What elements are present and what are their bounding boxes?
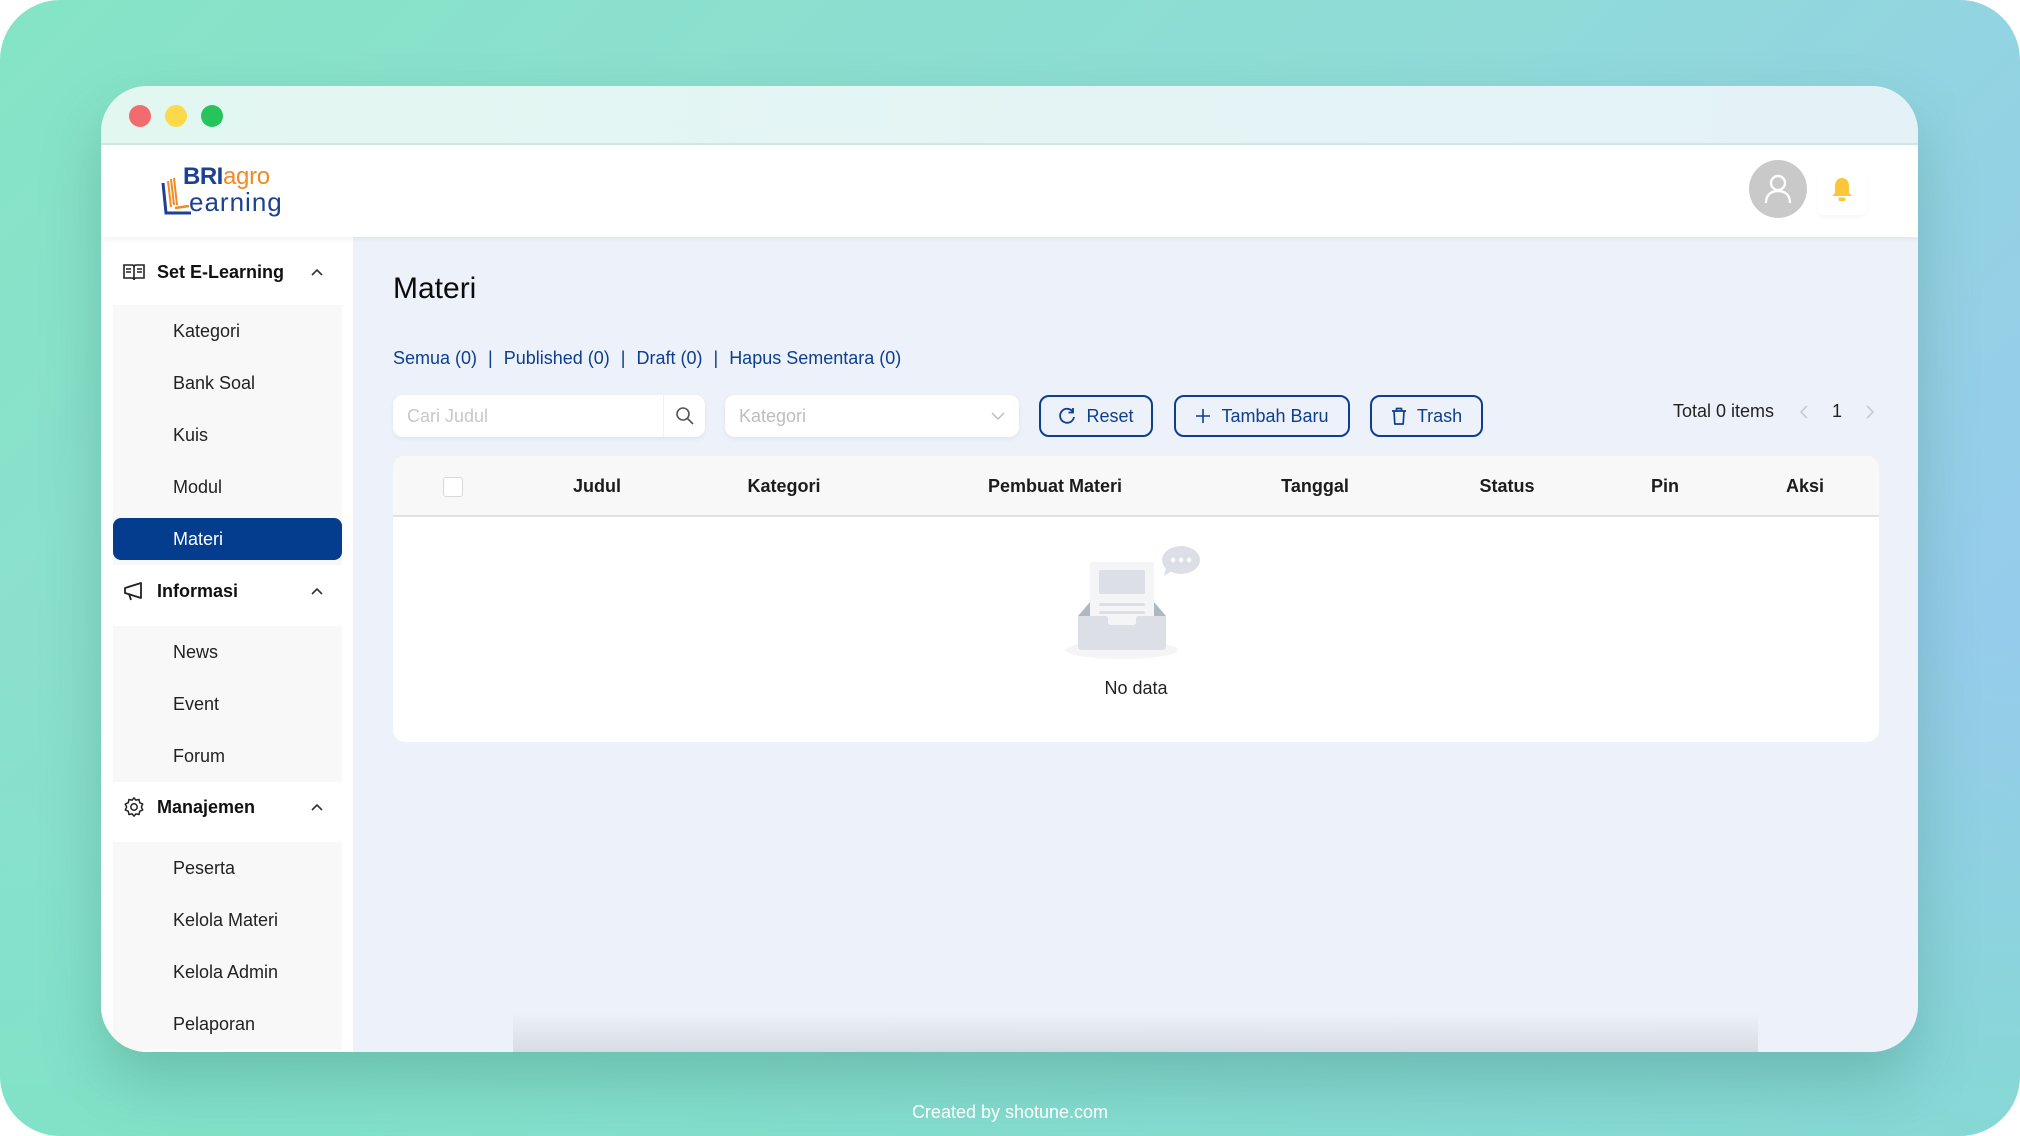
- chevron-up-icon: [309, 264, 325, 280]
- sidebar-item-kuis[interactable]: Kuis: [113, 409, 342, 461]
- credit-text: Created by shotune.com: [911, 1102, 1109, 1122]
- notification-button[interactable]: [1817, 165, 1867, 215]
- empty-inbox-icon: [1066, 546, 1200, 659]
- sidebar-submenu-manajemen: Peserta Kelola Materi Kelola Admin Pelap…: [113, 842, 342, 1050]
- column-header-status[interactable]: Status: [1479, 456, 1534, 517]
- filter-separator: |: [488, 348, 493, 368]
- category-select[interactable]: Kategori: [725, 395, 1019, 437]
- empty-state: No data: [1066, 546, 1206, 699]
- main-content: Materi Semua (0) | Published (0) | Draft…: [353, 237, 1918, 1052]
- sidebar-group-manajemen[interactable]: Manajemen: [123, 787, 331, 827]
- page-number-current[interactable]: 1: [1832, 401, 1842, 422]
- chevron-right-icon: [1866, 405, 1874, 418]
- sidebar: Set E-Learning Kategori Bank Soal Kuis M…: [101, 237, 353, 1052]
- sidebar-group-informasi[interactable]: Informasi: [123, 571, 331, 611]
- sidebar-item-peserta[interactable]: Peserta: [113, 842, 342, 894]
- pagination: Total 0 items 1: [1673, 401, 1878, 422]
- title-bar: [101, 86, 1918, 145]
- sidebar-group-label: Informasi: [157, 580, 239, 601]
- logo-text-learning: earning: [189, 187, 283, 217]
- column-header-aksi[interactable]: Aksi: [1786, 456, 1824, 517]
- sidebar-item-news[interactable]: News: [113, 626, 342, 678]
- column-header-pembuat-materi[interactable]: Pembuat Materi: [988, 456, 1122, 517]
- column-header-judul[interactable]: Judul: [573, 456, 621, 517]
- reset-button-label: Reset: [1086, 405, 1134, 426]
- chevron-left-icon: [1800, 405, 1808, 418]
- sidebar-group-label: Manajemen: [157, 796, 256, 817]
- plus-icon: [1196, 409, 1211, 423]
- next-page-button[interactable]: [1862, 405, 1878, 419]
- filter-separator: |: [620, 348, 626, 368]
- trash-button[interactable]: Trash: [1370, 395, 1483, 437]
- filter-hapus-sementara[interactable]: Hapus Sementara (0): [729, 348, 901, 369]
- sidebar-item-materi[interactable]: Materi: [113, 518, 342, 560]
- sidebar-item-kelola-admin[interactable]: Kelola Admin: [113, 946, 342, 998]
- sidebar-item-event[interactable]: Event: [113, 678, 342, 730]
- filter-separator: |: [713, 348, 719, 368]
- minimize-window-button[interactable]: [165, 105, 187, 127]
- materi-table: Judul Kategori Pembuat Materi Tanggal St…: [393, 456, 1879, 742]
- add-new-button[interactable]: Tambah Baru: [1174, 395, 1350, 437]
- sidebar-item-kelola-materi[interactable]: Kelola Materi: [113, 894, 342, 946]
- add-new-button-label: Tambah Baru: [1221, 405, 1329, 426]
- sidebar-item-kategori[interactable]: Kategori: [113, 305, 342, 357]
- filter-semua[interactable]: Semua (0): [393, 348, 477, 369]
- column-header-tanggal[interactable]: Tanggal: [1281, 456, 1349, 517]
- table-header: Judul Kategori Pembuat Materi Tanggal St…: [393, 456, 1879, 517]
- search-icon: [675, 407, 694, 425]
- reload-icon: [1059, 407, 1076, 424]
- select-all-checkbox[interactable]: [443, 477, 463, 497]
- megaphone-icon: [123, 580, 145, 602]
- sidebar-item-bank-soal[interactable]: Bank Soal: [113, 357, 342, 409]
- reset-button[interactable]: Reset: [1039, 395, 1153, 437]
- page-title: Materi: [393, 272, 477, 305]
- filter-published[interactable]: Published (0): [504, 348, 610, 369]
- column-header-pin[interactable]: Pin: [1651, 456, 1679, 517]
- gear-icon: [123, 796, 145, 818]
- browser-window: BRI agro earning Set E-Learning Kategori…: [101, 86, 1918, 1052]
- sidebar-submenu-informasi: News Event Forum: [113, 626, 342, 782]
- bell-icon: [1832, 178, 1852, 201]
- category-select-placeholder: Kategori: [739, 405, 807, 426]
- chevron-up-icon: [309, 799, 325, 815]
- sidebar-group-set-e-learning[interactable]: Set E-Learning: [123, 252, 331, 292]
- sidebar-submenu-set-e-learning: Kategori Bank Soal Kuis Modul Materi: [113, 305, 342, 565]
- chevron-up-icon: [309, 583, 325, 599]
- app-header: BRI agro earning: [101, 145, 1918, 237]
- sidebar-item-modul[interactable]: Modul: [113, 461, 342, 513]
- empty-state-text: No data: [1104, 678, 1168, 698]
- search-box: [393, 395, 705, 437]
- user-avatar[interactable]: [1749, 160, 1807, 218]
- brand-logo[interactable]: BRI agro earning: [159, 163, 289, 219]
- column-header-kategori[interactable]: Kategori: [747, 456, 820, 517]
- trash-button-label: Trash: [1416, 405, 1463, 426]
- bottom-shadow: [513, 1012, 1758, 1052]
- search-button[interactable]: [663, 395, 705, 437]
- maximize-window-button[interactable]: [201, 105, 223, 127]
- sidebar-item-pelaporan[interactable]: Pelaporan: [113, 998, 342, 1050]
- status-filter-links: Semua (0) | Published (0) | Draft (0) | …: [393, 348, 901, 369]
- user-icon: [1764, 174, 1792, 204]
- close-window-button[interactable]: [129, 105, 151, 127]
- sidebar-item-forum[interactable]: Forum: [113, 730, 342, 782]
- pagination-total: Total 0 items: [1672, 401, 1774, 421]
- prev-page-button[interactable]: [1796, 405, 1812, 419]
- filter-draft[interactable]: Draft (0): [636, 348, 702, 369]
- book-open-icon: [123, 261, 145, 283]
- chevron-down-icon: [991, 412, 1005, 420]
- sidebar-group-label: Set E-Learning: [157, 261, 285, 282]
- search-input[interactable]: [393, 395, 663, 437]
- trash-icon: [1391, 407, 1406, 425]
